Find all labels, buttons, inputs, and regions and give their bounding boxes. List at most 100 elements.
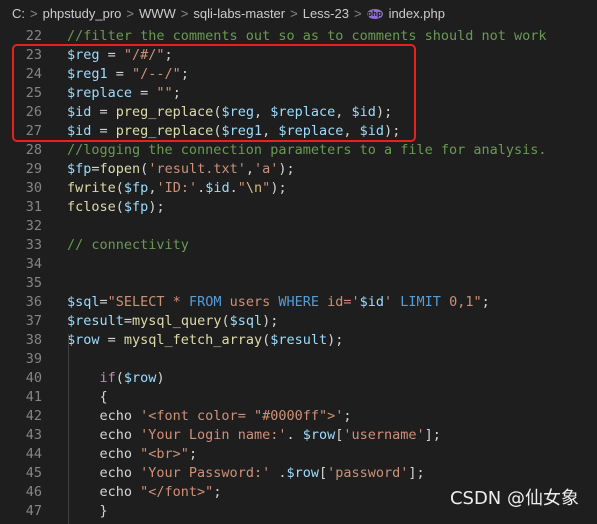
code-token: ; bbox=[343, 408, 352, 424]
code-token: fwrite bbox=[67, 180, 116, 196]
code-token: $fp bbox=[123, 180, 149, 196]
code-line[interactable]: 40 if($row) bbox=[0, 369, 597, 388]
code-token: "<br>" bbox=[140, 446, 189, 462]
code-token: 'result.txt' bbox=[148, 161, 246, 177]
code-line[interactable]: 37 $result=mysql_query($sql); bbox=[0, 312, 597, 331]
code-line[interactable]: 39 bbox=[0, 350, 597, 369]
line-number: 31 bbox=[25, 199, 42, 215]
code-token: ; bbox=[481, 294, 490, 310]
breadcrumb-phpstudy-pro[interactable]: phpstudy_pro bbox=[43, 6, 122, 21]
code-text: fwrite($fp,'ID:'.$id."\n"); bbox=[67, 179, 287, 198]
code-token: , bbox=[245, 161, 254, 177]
code-token: WHERE bbox=[278, 294, 319, 310]
line-number: 47 bbox=[25, 503, 42, 519]
code-token: '<font color= "#0000ff">' bbox=[140, 408, 344, 424]
code-token: $sql bbox=[229, 313, 263, 329]
code-token: users bbox=[221, 294, 279, 310]
code-line[interactable]: 44 echo "<br>"; bbox=[0, 445, 597, 464]
code-token: ( bbox=[115, 199, 124, 215]
code-line[interactable]: 31 fclose($fp); bbox=[0, 198, 597, 217]
code-token: { bbox=[67, 389, 108, 405]
breadcrumb-index-php[interactable]: index.php bbox=[389, 6, 445, 21]
code-token: $result bbox=[270, 332, 328, 348]
code-text: $sql="SELECT * FROM users WHERE id='$id'… bbox=[67, 293, 490, 312]
code-token: $row bbox=[123, 370, 157, 386]
code-token: 0,1" bbox=[440, 294, 482, 310]
code-token: LIMIT bbox=[400, 294, 441, 310]
code-text: echo 'Your Password:' .$row['password']; bbox=[67, 464, 425, 483]
code-line[interactable]: 42 echo '<font color= "#0000ff">'; bbox=[0, 407, 597, 426]
code-token: $row bbox=[302, 427, 336, 443]
code-token: echo bbox=[67, 465, 141, 481]
code-token: 'Your Login name:' bbox=[140, 427, 287, 443]
code-token: $fp bbox=[67, 161, 92, 177]
code-token: ]; bbox=[408, 465, 425, 481]
indent-guide bbox=[68, 334, 69, 524]
code-token: ); bbox=[262, 313, 279, 329]
code-token: ]; bbox=[424, 427, 441, 443]
code-token: = bbox=[99, 332, 124, 348]
code-token: . bbox=[286, 427, 303, 443]
code-token: 'username' bbox=[343, 427, 425, 443]
code-token: = bbox=[123, 313, 133, 329]
code-line[interactable]: 30 fwrite($fp,'ID:'.$id."\n"); bbox=[0, 179, 597, 198]
code-token: fclose bbox=[67, 199, 116, 215]
code-token: ); bbox=[148, 199, 165, 215]
code-token: ( bbox=[262, 332, 271, 348]
code-text: fclose($fp); bbox=[67, 198, 165, 217]
code-line[interactable]: 43 echo 'Your Login name:'. $row['userna… bbox=[0, 426, 597, 445]
code-text: // connectivity bbox=[67, 236, 189, 255]
code-token: id=' bbox=[319, 294, 360, 310]
highlight-box bbox=[12, 44, 416, 142]
breadcrumb-www[interactable]: WWW bbox=[139, 6, 176, 21]
code-line[interactable]: 41 { bbox=[0, 388, 597, 407]
code-line[interactable]: 29 $fp=fopen('result.txt','a'); bbox=[0, 160, 597, 179]
line-number: 29 bbox=[25, 161, 42, 177]
code-token: . bbox=[197, 180, 206, 196]
code-token: mysql_query bbox=[132, 313, 222, 329]
code-token: [ bbox=[318, 465, 328, 481]
breadcrumb-less-23[interactable]: Less-23 bbox=[303, 6, 349, 21]
line-number: 43 bbox=[25, 427, 42, 443]
code-token: ( bbox=[115, 180, 124, 196]
code-token: if bbox=[99, 370, 116, 386]
code-line[interactable]: 35 bbox=[0, 274, 597, 293]
code-text: //logging the connection parameters to a… bbox=[67, 141, 547, 160]
code-token: ); bbox=[327, 332, 344, 348]
code-text: } bbox=[67, 502, 108, 521]
code-token: } bbox=[67, 503, 108, 519]
code-token: ); bbox=[270, 180, 287, 196]
code-line[interactable]: 32 bbox=[0, 217, 597, 236]
code-token: ' bbox=[384, 294, 401, 310]
code-text: echo '<font color= "#0000ff">'; bbox=[67, 407, 352, 426]
code-text: $row = mysql_fetch_array($result); bbox=[67, 331, 343, 350]
code-token: mysql_fetch_array bbox=[123, 332, 263, 348]
code-line[interactable]: 34 bbox=[0, 255, 597, 274]
code-token: //filter the comments out so as to comme… bbox=[67, 28, 547, 44]
code-token: fopen bbox=[99, 161, 141, 177]
code-token: " bbox=[237, 180, 246, 196]
code-line[interactable]: 38 $row = mysql_fetch_array($result); bbox=[0, 331, 597, 350]
breadcrumb-sqli-labs-master[interactable]: sqli-labs-master bbox=[193, 6, 285, 21]
line-number: 28 bbox=[25, 142, 42, 158]
code-text: echo 'Your Login name:'. $row['username'… bbox=[67, 426, 441, 445]
line-number: 30 bbox=[25, 180, 42, 196]
chevron-right-icon: > bbox=[290, 6, 298, 21]
line-number: 46 bbox=[25, 484, 42, 500]
code-token: $fp bbox=[123, 199, 149, 215]
breadcrumb: C: > phpstudy_pro > WWW > sqli-labs-mast… bbox=[0, 0, 597, 27]
code-line[interactable]: 45 echo 'Your Password:' .$row['password… bbox=[0, 464, 597, 483]
code-token: // connectivity bbox=[67, 237, 189, 253]
line-number: 37 bbox=[25, 313, 42, 329]
code-token: = bbox=[91, 161, 100, 177]
code-token: \n bbox=[245, 180, 263, 196]
code-line[interactable]: 28 //logging the connection parameters to… bbox=[0, 141, 597, 160]
line-number: 38 bbox=[25, 332, 42, 348]
code-line[interactable]: 36 $sql="SELECT * FROM users WHERE id='$i… bbox=[0, 293, 597, 312]
line-number: 36 bbox=[25, 294, 42, 310]
code-line[interactable]: 33 // connectivity bbox=[0, 236, 597, 255]
code-token: $result bbox=[67, 313, 124, 329]
breadcrumb-drive[interactable]: C: bbox=[12, 6, 25, 21]
code-token: echo bbox=[67, 408, 141, 424]
code-token: 'ID:' bbox=[156, 180, 198, 196]
